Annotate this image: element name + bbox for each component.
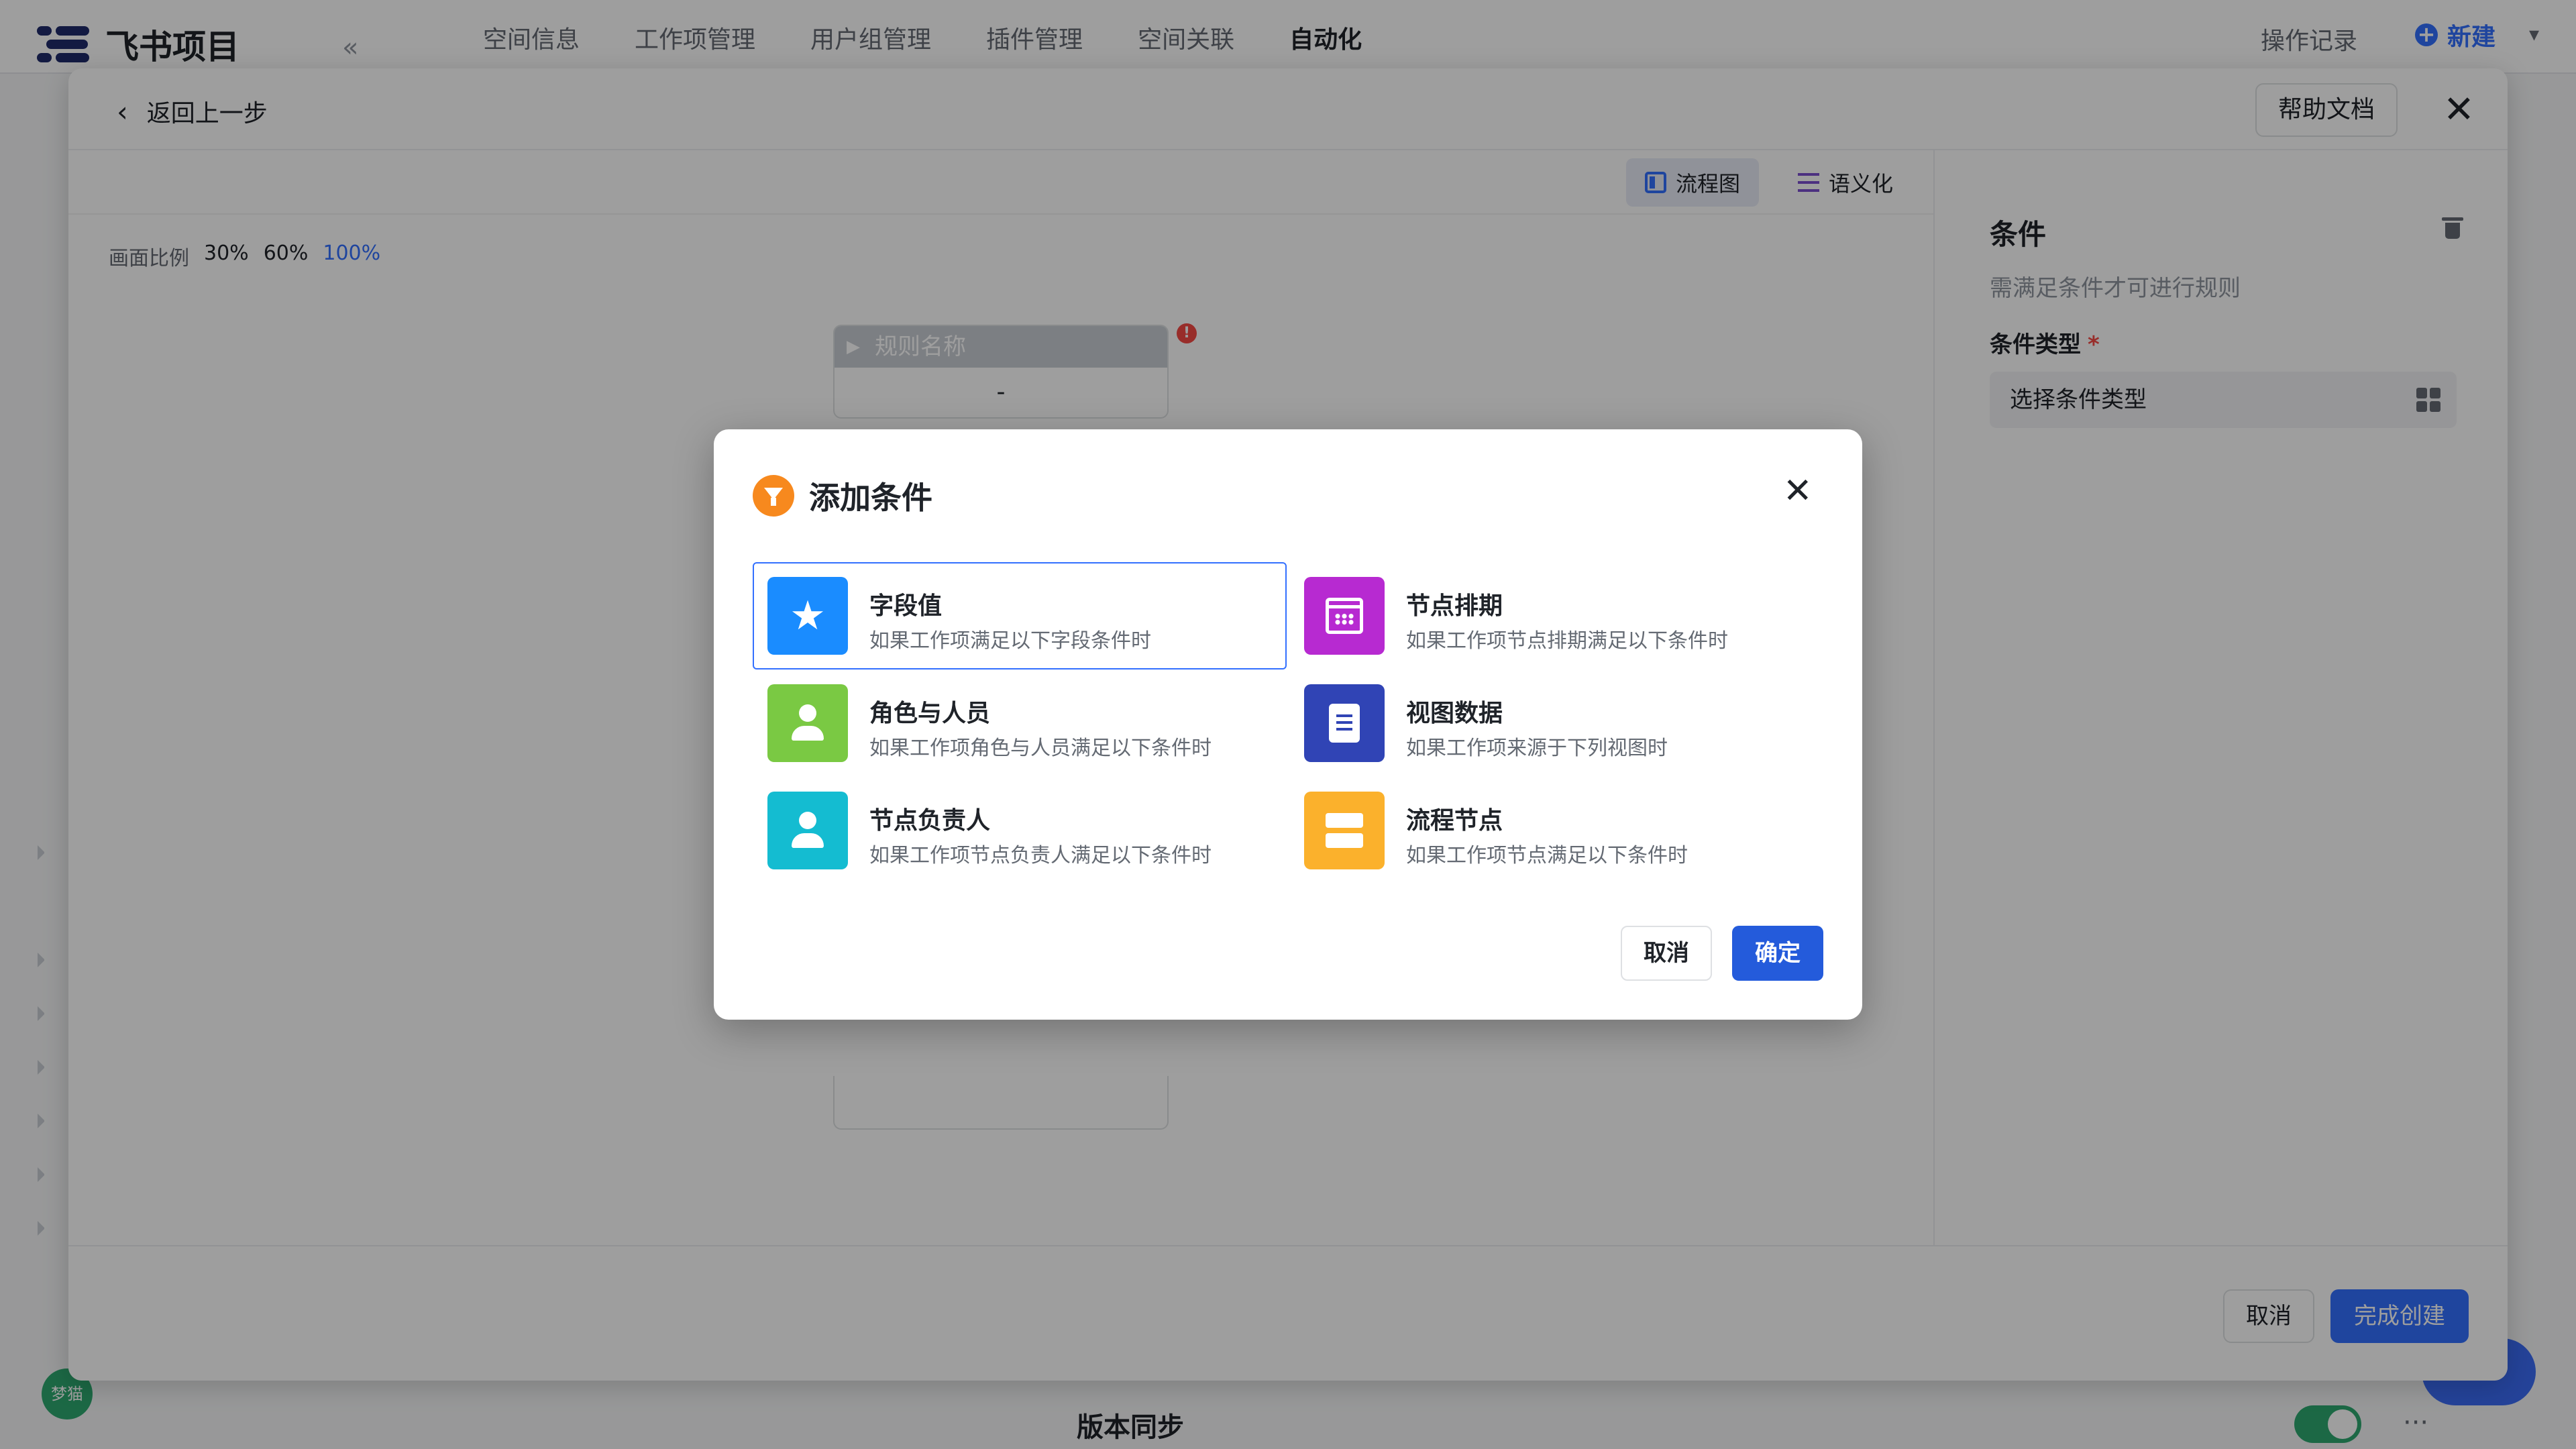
user-icon xyxy=(767,792,848,869)
option-description: 如果工作项来源于下列视图时 xyxy=(1406,737,1668,760)
calendar-icon xyxy=(1304,577,1385,655)
close-icon[interactable]: ✕ xyxy=(1783,471,1813,511)
option-description: 如果工作项节点满足以下条件时 xyxy=(1406,844,1688,867)
add-condition-dialog: 添加条件 ✕ ★ 字段值 如果工作项满足以下字段条件时 节点排期 如果工作项节点… xyxy=(714,429,1862,1020)
document-icon xyxy=(1304,684,1385,762)
option-title: 节点负责人 xyxy=(869,807,991,835)
option-view-data[interactable]: 视图数据 如果工作项来源于下列视图时 xyxy=(1289,669,1823,777)
dialog-cancel-button[interactable]: 取消 xyxy=(1621,926,1712,981)
option-description: 如果工作项满足以下字段条件时 xyxy=(869,629,1151,653)
option-field-value[interactable]: ★ 字段值 如果工作项满足以下字段条件时 xyxy=(753,562,1287,669)
star-list-icon: ★ xyxy=(767,577,848,655)
option-node-owner[interactable]: 节点负责人 如果工作项节点负责人满足以下条件时 xyxy=(753,777,1287,884)
option-title: 角色与人员 xyxy=(869,700,991,727)
option-title: 节点排期 xyxy=(1406,592,1503,620)
option-workflow-node[interactable]: 流程节点 如果工作项节点满足以下条件时 xyxy=(1289,777,1823,884)
option-title: 字段值 xyxy=(869,592,943,620)
dialog-title: 添加条件 xyxy=(809,480,932,516)
user-icon xyxy=(767,684,848,762)
dialog-confirm-button[interactable]: 确定 xyxy=(1732,926,1823,981)
server-icon xyxy=(1304,792,1385,869)
dialog-header: 添加条件 xyxy=(753,474,932,518)
option-description: 如果工作项角色与人员满足以下条件时 xyxy=(869,737,1212,760)
option-node-schedule[interactable]: 节点排期 如果工作项节点排期满足以下条件时 xyxy=(1289,562,1823,669)
condition-options: ★ 字段值 如果工作项满足以下字段条件时 节点排期 如果工作项节点排期满足以下条… xyxy=(753,562,1823,884)
option-role-and-people[interactable]: 角色与人员 如果工作项角色与人员满足以下条件时 xyxy=(753,669,1287,777)
option-title: 视图数据 xyxy=(1406,700,1503,727)
option-description: 如果工作项节点负责人满足以下条件时 xyxy=(869,844,1212,867)
option-title: 流程节点 xyxy=(1406,807,1503,835)
option-description: 如果工作项节点排期满足以下条件时 xyxy=(1406,629,1728,653)
filter-icon xyxy=(753,475,794,517)
